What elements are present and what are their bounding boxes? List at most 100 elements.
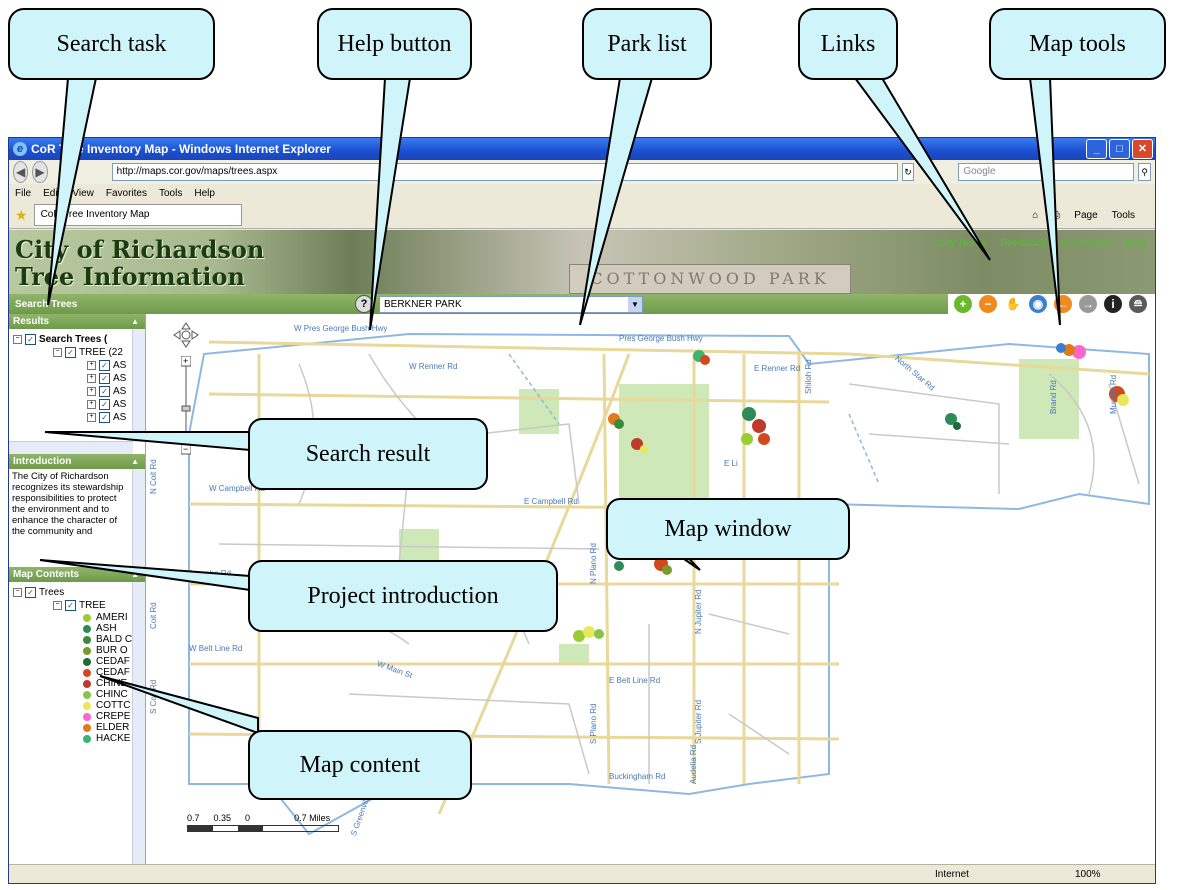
search-icon[interactable]: ⚲: [1138, 163, 1151, 181]
back-tool-icon[interactable]: ←: [1054, 295, 1072, 313]
minimize-button[interactable]: _: [1086, 139, 1107, 159]
callout-park-list: Park list: [582, 8, 712, 80]
tools-menu[interactable]: Tools: [1112, 210, 1135, 221]
zoom-in-tool-icon[interactable]: +: [954, 295, 972, 313]
zoom-out-tool-icon[interactable]: −: [979, 295, 997, 313]
callout-project-introduction: Project introduction: [248, 560, 558, 632]
menu-tools[interactable]: Tools: [159, 188, 182, 199]
road-label: E Belt Line Rd: [609, 676, 661, 685]
pan-control[interactable]: [173, 322, 199, 348]
address-bar: ◀ ▶ http://maps.cor.gov/maps/trees.aspx …: [9, 160, 1155, 184]
legend-item: BUR O: [9, 645, 145, 656]
menu-favorites[interactable]: Favorites: [106, 188, 147, 199]
tree-symbol-icon: [83, 723, 91, 732]
forward-tool-icon[interactable]: →: [1079, 295, 1097, 313]
page-menu[interactable]: Page: [1074, 210, 1097, 221]
maximize-button[interactable]: □: [1109, 139, 1130, 159]
tree-symbol-icon: [83, 734, 91, 743]
link-help[interactable]: Help: [1125, 238, 1147, 249]
menu-file[interactable]: File: [15, 188, 31, 199]
result-item[interactable]: + ✓ AS: [9, 398, 145, 411]
callout-links: Links: [798, 8, 898, 80]
tree-symbol-icon: [83, 690, 91, 699]
road-label: E Renner Rd: [754, 364, 801, 373]
identify-tool-icon[interactable]: i: [1104, 295, 1122, 313]
result-item[interactable]: + ✓ AS: [9, 372, 145, 385]
zoom-level[interactable]: 100%: [1075, 869, 1155, 880]
chevron-down-icon[interactable]: ▼: [628, 296, 642, 312]
header-banner: City of Richardson Tree Information COTT…: [9, 230, 1155, 294]
result-item[interactable]: + ✓ AS: [9, 411, 145, 424]
creek: [848, 413, 880, 485]
tree-symbol-icon: [83, 712, 91, 721]
introduction-panel: The City of Richardson recognizes its st…: [9, 469, 145, 567]
road-label: W Arapaho Rd: [179, 569, 232, 578]
legend-item: ELDER: [9, 722, 145, 733]
road-label: N Plano Rd: [589, 543, 598, 584]
road-label: Shiloh Rd: [804, 359, 813, 394]
road-label: S Jupiter Rd: [694, 699, 703, 744]
road-label: W Belt Line Rd: [189, 644, 243, 653]
url-field[interactable]: http://maps.cor.gov/maps/trees.aspx: [111, 163, 898, 181]
title-bar: e CoR Tree Inventory Map - Windows Inter…: [9, 138, 1155, 160]
road-label: W Renner Rd: [409, 362, 458, 371]
tree-symbol-icon: [83, 624, 91, 633]
legend-item: HACKE: [9, 733, 145, 744]
introduction-scrollbar[interactable]: [132, 469, 145, 567]
map-tools: + − ✋ ◉ ← → i ≘: [948, 294, 1155, 314]
help-icon[interactable]: ?: [355, 295, 373, 313]
map-contents-scrollbar-vertical[interactable]: [132, 582, 145, 870]
pan-tool-icon[interactable]: ✋: [1004, 295, 1022, 313]
tree-node[interactable]: − ✓ Search Trees (: [9, 333, 145, 346]
introduction-header[interactable]: Introduction ▲: [9, 454, 145, 469]
tree-symbol-icon: [83, 635, 91, 644]
road-label: Coit Rd: [149, 602, 158, 629]
link-disclaimer[interactable]: Disclaimer: [1061, 238, 1112, 249]
results-header[interactable]: Results ▲: [9, 314, 145, 329]
forward-arrow-icon[interactable]: ▶: [32, 161, 48, 183]
tree-node[interactable]: − ✓ Trees: [9, 586, 145, 599]
tree-node[interactable]: − ✓ TREE: [9, 599, 145, 612]
map-contents-panel: − ✓ Trees − ✓ TREE AMERI ASH BALD C BUR O CEDAF C…: [9, 582, 145, 882]
callout-help-button: Help button: [317, 8, 472, 80]
measure-tool-icon[interactable]: ≘: [1129, 295, 1147, 313]
legend-item: BALD C: [9, 634, 145, 645]
tree-symbol-icon: [83, 701, 91, 710]
tab-tree-inventory-map[interactable]: CoR Tree Inventory Map: [33, 204, 242, 226]
link-feedback[interactable]: Feedback: [1001, 238, 1047, 249]
tree-node[interactable]: − ✓ TREE (22: [9, 346, 145, 359]
park-select[interactable]: BERKNER PARK ▼: [379, 295, 643, 313]
window-title: CoR Tree Inventory Map - Windows Interne…: [31, 142, 331, 156]
menu-help[interactable]: Help: [194, 188, 215, 199]
results-scrollbar-horizontal[interactable]: [9, 441, 133, 454]
refresh-icon[interactable]: ↻: [901, 163, 915, 181]
callout-search-task: Search task: [8, 8, 215, 80]
legend-item: ASH: [9, 623, 145, 634]
road-label: S Coit Rd: [149, 679, 158, 714]
results-panel: − ✓ Search Trees ( − ✓ TREE (22 + ✓ AS + ✓ AS + ✓ AS…: [9, 329, 145, 454]
link-city-home[interactable]: City Home: [937, 238, 986, 249]
menu-edit[interactable]: Edit: [43, 188, 60, 199]
browser-window: e CoR Tree Inventory Map - Windows Inter…: [8, 137, 1156, 884]
search-trees-label[interactable]: Search Trees: [9, 299, 355, 310]
callout-search-result: Search result: [248, 418, 488, 490]
callout-map-window: Map window: [606, 498, 850, 560]
zoom-slider[interactable]: + −: [181, 356, 191, 456]
full-extent-tool-icon[interactable]: ◉: [1029, 295, 1047, 313]
result-item[interactable]: + ✓ AS: [9, 385, 145, 398]
print-icon[interactable]: ⎙: [1052, 210, 1060, 221]
results-scrollbar-vertical[interactable]: [132, 329, 145, 442]
favorites-star-icon[interactable]: ★: [15, 207, 28, 224]
close-button[interactable]: ✕: [1132, 139, 1153, 159]
legend-item: CHINC: [9, 689, 145, 700]
road-label: E Campbell Rd: [524, 497, 578, 506]
menu-view[interactable]: View: [72, 188, 94, 199]
legend-item: CEDAF: [9, 656, 145, 667]
road-label: Pres George Bush Hwy: [619, 334, 703, 343]
result-item[interactable]: + ✓ AS: [9, 359, 145, 372]
home-icon[interactable]: ⌂: [1032, 210, 1038, 221]
search-input[interactable]: Google: [958, 163, 1135, 181]
map-contents-header[interactable]: Map Contents ▲: [9, 567, 145, 582]
back-arrow-icon[interactable]: ◀: [13, 161, 29, 183]
site-title: City of Richardson Tree Information: [15, 235, 265, 291]
